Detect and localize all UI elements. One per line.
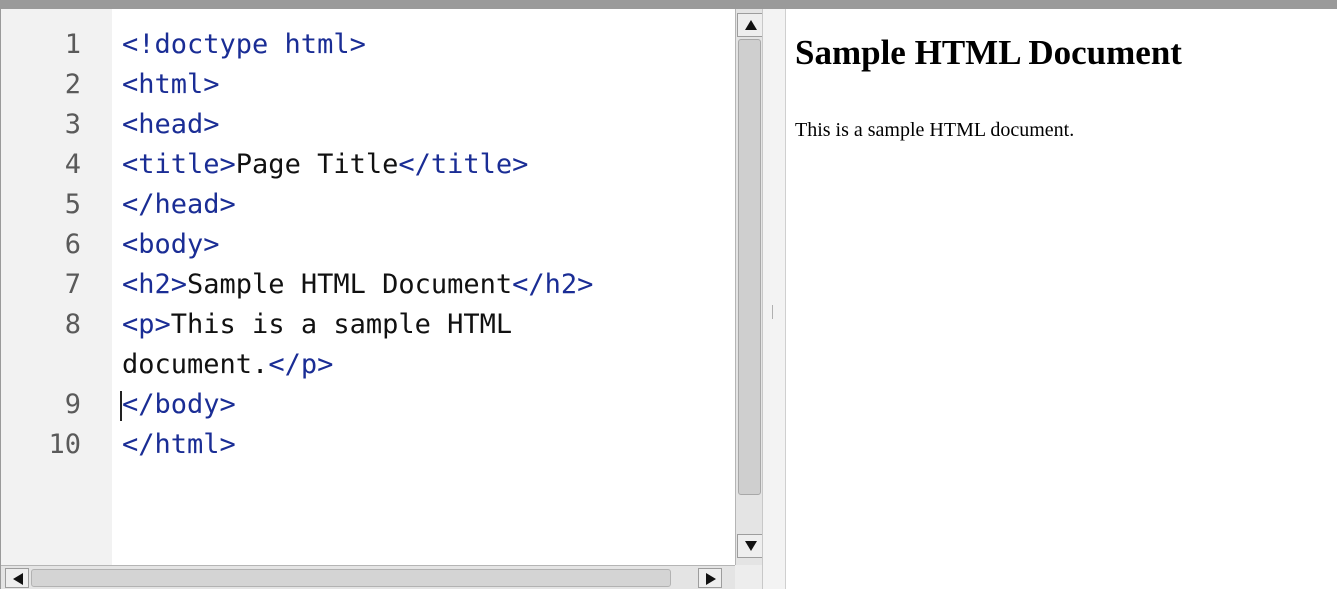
- triangle-up-icon: [745, 20, 757, 30]
- preview-heading: Sample HTML Document: [795, 33, 1182, 72]
- code-line[interactable]: 7 <h2>Sample HTML Document</h2>: [1, 265, 735, 305]
- line-number: 4: [64, 149, 81, 180]
- code-line[interactable]: 3 <head>: [1, 105, 735, 145]
- html-tag-token: <html>: [122, 69, 220, 100]
- code-line-wrap[interactable]: document.</p>: [1, 345, 735, 385]
- line-number: 5: [64, 189, 81, 220]
- html-tag-token: </head>: [122, 189, 236, 220]
- line-number: 7: [64, 269, 81, 300]
- html-tag-token: <head>: [122, 109, 220, 140]
- divider-grip-handle[interactable]: [772, 305, 776, 319]
- code-text-area[interactable]: 1 <!doctype html> 2 <html> 3 <head> 4 <title>Pa…: [1, 25, 735, 465]
- triangle-down-icon: [745, 541, 757, 551]
- scroll-left-button[interactable]: [5, 568, 29, 588]
- html-tag-token: </body>: [122, 389, 236, 420]
- text-token: document.: [122, 349, 269, 380]
- code-text: </body>: [122, 385, 236, 425]
- html-editor-window: 1 <!doctype html> 2 <html> 3 <head> 4 <title>Pa…: [0, 0, 1337, 589]
- code-text: </html>: [122, 425, 236, 465]
- scroll-right-button[interactable]: [698, 568, 722, 588]
- triangle-right-icon: [706, 573, 716, 585]
- line-number: 1: [64, 29, 81, 60]
- line-number: 8: [64, 309, 81, 340]
- preview-paragraph: This is a sample HTML document.: [795, 119, 1075, 141]
- code-editor-pane[interactable]: 1 <!doctype html> 2 <html> 3 <head> 4 <title>Pa…: [0, 9, 762, 589]
- html-tag-token: <h2>: [122, 269, 188, 300]
- html-tag-token: <!doctype html>: [122, 29, 366, 60]
- code-text: <!doctype html>: [122, 25, 366, 65]
- code-line[interactable]: 8 <p>This is a sample HTML: [1, 305, 735, 345]
- code-line[interactable]: 2 <html>: [1, 65, 735, 105]
- line-number: 3: [64, 109, 81, 140]
- code-line[interactable]: 6 <body>: [1, 225, 735, 265]
- line-number: 2: [64, 69, 81, 100]
- horizontal-scroll-thumb[interactable]: [31, 569, 671, 587]
- code-text: <html>: [122, 65, 220, 105]
- code-line[interactable]: 9 </body>: [1, 385, 735, 425]
- text-token: Sample HTML Document: [187, 269, 513, 300]
- line-number: 6: [64, 229, 81, 260]
- code-line[interactable]: 1 <!doctype html>: [1, 25, 735, 65]
- html-tag-token: <title>: [122, 149, 236, 180]
- code-line[interactable]: 4 <title>Page Title</title>: [1, 145, 735, 185]
- scroll-down-button[interactable]: [737, 534, 762, 558]
- code-text: <head>: [122, 105, 220, 145]
- text-token: Page Title: [235, 149, 399, 180]
- html-tag-token: <body>: [122, 229, 220, 260]
- code-text: <body>: [122, 225, 220, 265]
- preview-pane: Sample HTML Document This is a sample HT…: [786, 9, 1337, 589]
- html-tag-token: </html>: [122, 429, 236, 460]
- text-token: This is a sample HTML: [170, 309, 513, 340]
- html-tag-token: <p>: [122, 309, 171, 340]
- line-number: 9: [64, 389, 81, 420]
- triangle-left-icon: [13, 573, 23, 585]
- horizontal-scrollbar[interactable]: [1, 565, 735, 589]
- code-text: document.</p>: [122, 345, 333, 385]
- text-cursor: [120, 391, 122, 421]
- vertical-scrollbar[interactable]: [735, 9, 762, 565]
- code-line[interactable]: 5 </head>: [1, 185, 735, 225]
- code-text: <title>Page Title</title>: [122, 145, 528, 185]
- code-text: <p>This is a sample HTML: [122, 305, 512, 345]
- html-tag-token: </p>: [268, 349, 334, 380]
- vertical-scroll-thumb[interactable]: [738, 39, 761, 495]
- scrollbar-corner: [735, 565, 762, 589]
- pane-resize-divider[interactable]: [762, 9, 786, 589]
- line-number: 10: [48, 429, 81, 460]
- code-text: <h2>Sample HTML Document</h2>: [122, 265, 593, 305]
- scroll-up-button[interactable]: [737, 13, 762, 37]
- code-line[interactable]: 10 </html>: [1, 425, 735, 465]
- html-tag-token: </title>: [398, 149, 529, 180]
- window-top-border: [0, 0, 1337, 9]
- code-text: </head>: [122, 185, 236, 225]
- html-tag-token: </h2>: [512, 269, 594, 300]
